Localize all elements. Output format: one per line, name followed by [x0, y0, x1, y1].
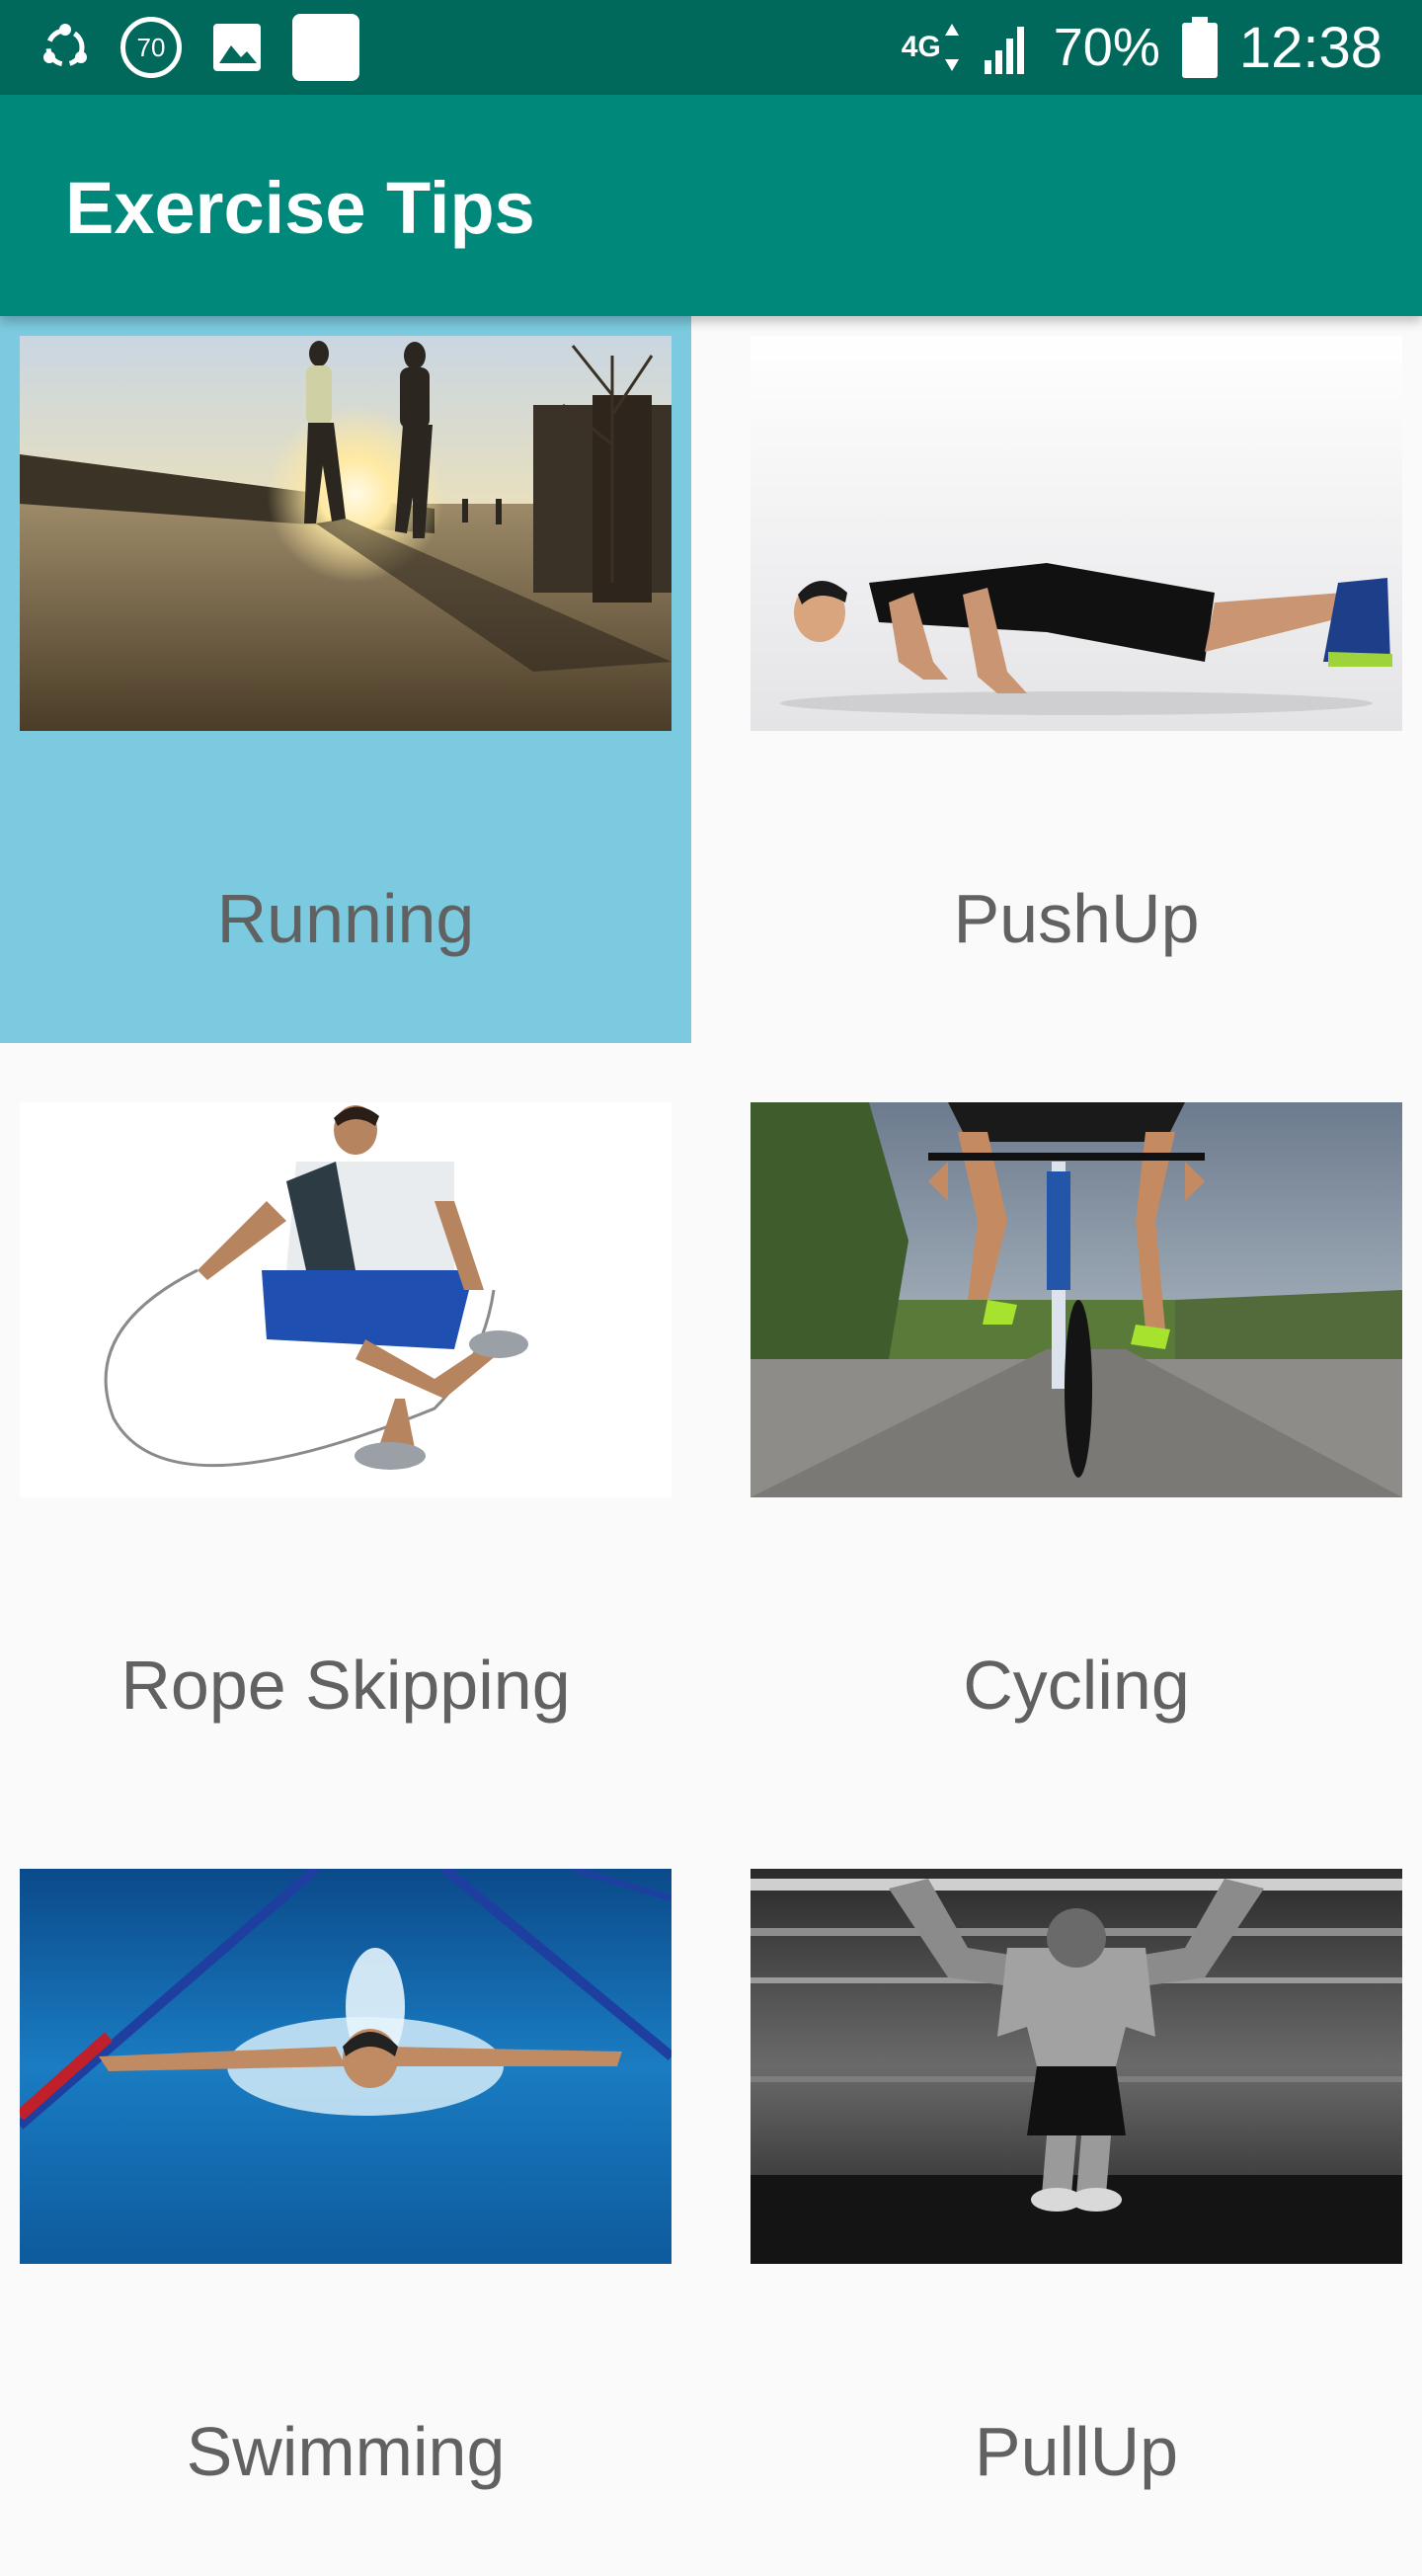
exercise-tile-pullup[interactable]: PullUp: [731, 1849, 1422, 2576]
network-4g-icon: 4G: [902, 24, 961, 71]
app-title: Exercise Tips: [65, 167, 535, 249]
swimming-image: [20, 1869, 672, 2264]
battery-percent: 70%: [1053, 18, 1160, 77]
exercise-tile-cycling[interactable]: Cycling: [731, 1083, 1422, 1810]
gallery-icon: [211, 22, 263, 73]
app-bar: Exercise Tips: [0, 95, 1422, 316]
pushup-image: [750, 336, 1402, 731]
blank-notification-icon: [292, 14, 359, 81]
exercise-label: Swimming: [186, 2413, 506, 2490]
exercise-tile-running[interactable]: Running: [0, 316, 691, 1043]
exercise-label: Rope Skipping: [120, 1647, 571, 1724]
battery-icon: [1181, 17, 1218, 78]
clock: 12:38: [1238, 15, 1382, 80]
status-bar: 70 4G 70% 12:38: [0, 0, 1422, 95]
exercise-label: Running: [216, 880, 475, 957]
cycling-image: [750, 1102, 1402, 1497]
exercise-tile-pushup[interactable]: PushUp: [731, 316, 1422, 1043]
notification-count-badge: 70: [120, 17, 182, 78]
exercise-tile-rope-skipping[interactable]: Rope Skipping: [0, 1083, 691, 1810]
exercise-label: PullUp: [974, 2413, 1179, 2490]
exercise-label: Cycling: [963, 1647, 1190, 1724]
exercise-label: PushUp: [953, 880, 1200, 957]
pullup-image: [750, 1869, 1402, 2264]
exercise-tile-swimming[interactable]: Swimming: [0, 1849, 691, 2576]
signal-strength-icon: [983, 21, 1032, 74]
sync-icon: [40, 22, 91, 73]
running-image: [20, 336, 672, 731]
rope-skipping-image: [20, 1102, 672, 1497]
